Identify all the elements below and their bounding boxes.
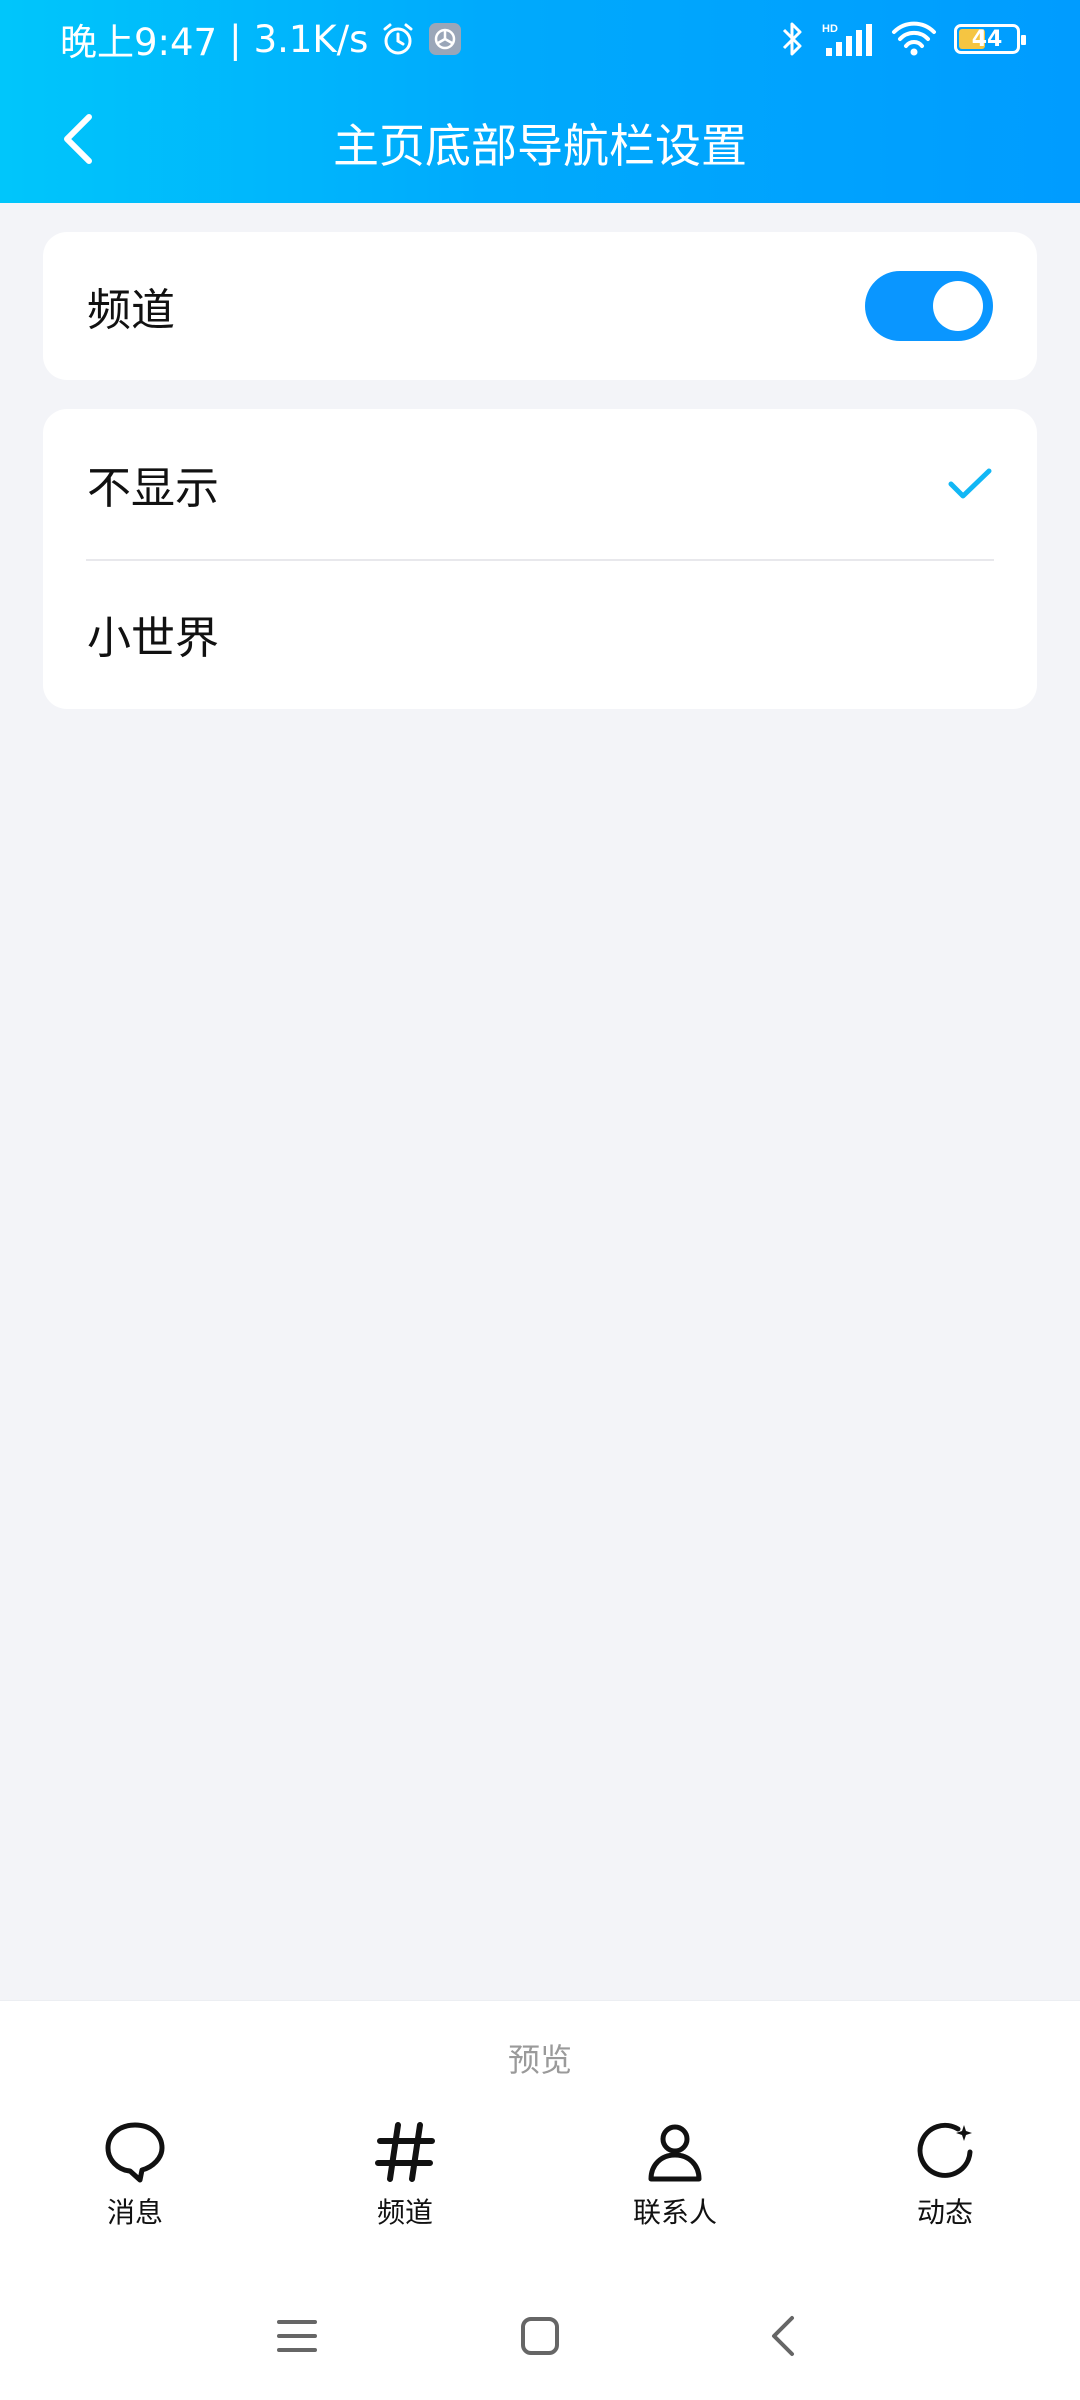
home-icon: [521, 2317, 559, 2355]
toggle-knob: [933, 281, 983, 331]
person-icon: [648, 2124, 702, 2182]
bluetooth-icon: [778, 20, 806, 58]
page-title: 主页底部导航栏设置: [333, 119, 747, 173]
channel-toggle-row[interactable]: 频道: [43, 232, 1037, 380]
battery-level: 44: [971, 26, 1003, 52]
battery-icon: 44: [954, 24, 1026, 54]
nav-label-contacts: 联系人: [632, 2196, 717, 2229]
toggle-card: 频道: [43, 232, 1037, 380]
nav-label-channels: 频道: [376, 2196, 433, 2229]
system-nav-bar: [0, 2301, 1080, 2371]
signal-hd-icon: HD: [822, 20, 874, 58]
option-hide-row[interactable]: 不显示: [43, 409, 1037, 559]
preview-label: 预览: [507, 2041, 572, 2079]
channel-toggle-label: 频道: [87, 285, 175, 336]
refresh-star-icon: [917, 2122, 973, 2178]
option-hide-label: 不显示: [87, 463, 219, 514]
option-small-world-row[interactable]: 小世界: [43, 559, 1037, 709]
checkmark-icon: [947, 467, 993, 501]
wifi-icon: [890, 20, 938, 58]
svg-text:HD: HD: [822, 23, 838, 35]
nav-item-messages: 消息: [35, 2119, 235, 2231]
options-card: 不显示 小世界: [43, 409, 1037, 709]
preview-nav-bar: 消息 频道 联系人 动态: [0, 2119, 1080, 2239]
home-button[interactable]: [505, 2301, 575, 2371]
network-speed: 3.1K/s: [253, 17, 369, 61]
title-bar: 主页底部导航栏设置: [0, 88, 1080, 188]
menu-button[interactable]: [262, 2301, 332, 2371]
hashtag-icon: [375, 2122, 435, 2182]
app-icon: [428, 22, 462, 56]
preview-panel: 预览 消息 频道 联系人 动态: [0, 2000, 1080, 2400]
menu-icon: [277, 2320, 317, 2352]
nav-label-feeds: 动态: [916, 2196, 973, 2229]
nav-item-feeds: 动态: [845, 2119, 1045, 2231]
status-time: 晚上9:47: [60, 21, 218, 64]
channel-toggle-switch[interactable]: [865, 271, 993, 341]
nav-item-contacts: 联系人: [575, 2119, 775, 2231]
nav-label-messages: 消息: [106, 2196, 163, 2229]
back-icon: [772, 2316, 794, 2356]
status-bar: 晚上9:47 | 3.1K/s HD 44: [0, 0, 1080, 78]
alarm-icon: [380, 21, 416, 57]
system-back-button[interactable]: [748, 2301, 818, 2371]
status-separator: |: [229, 17, 242, 61]
chat-bubble-icon: [105, 2122, 165, 2183]
option-small-world-label: 小世界: [87, 613, 219, 664]
header: 晚上9:47 | 3.1K/s HD 44 主页底部导航栏设置: [0, 0, 1080, 203]
nav-item-channels: 频道: [305, 2119, 505, 2231]
